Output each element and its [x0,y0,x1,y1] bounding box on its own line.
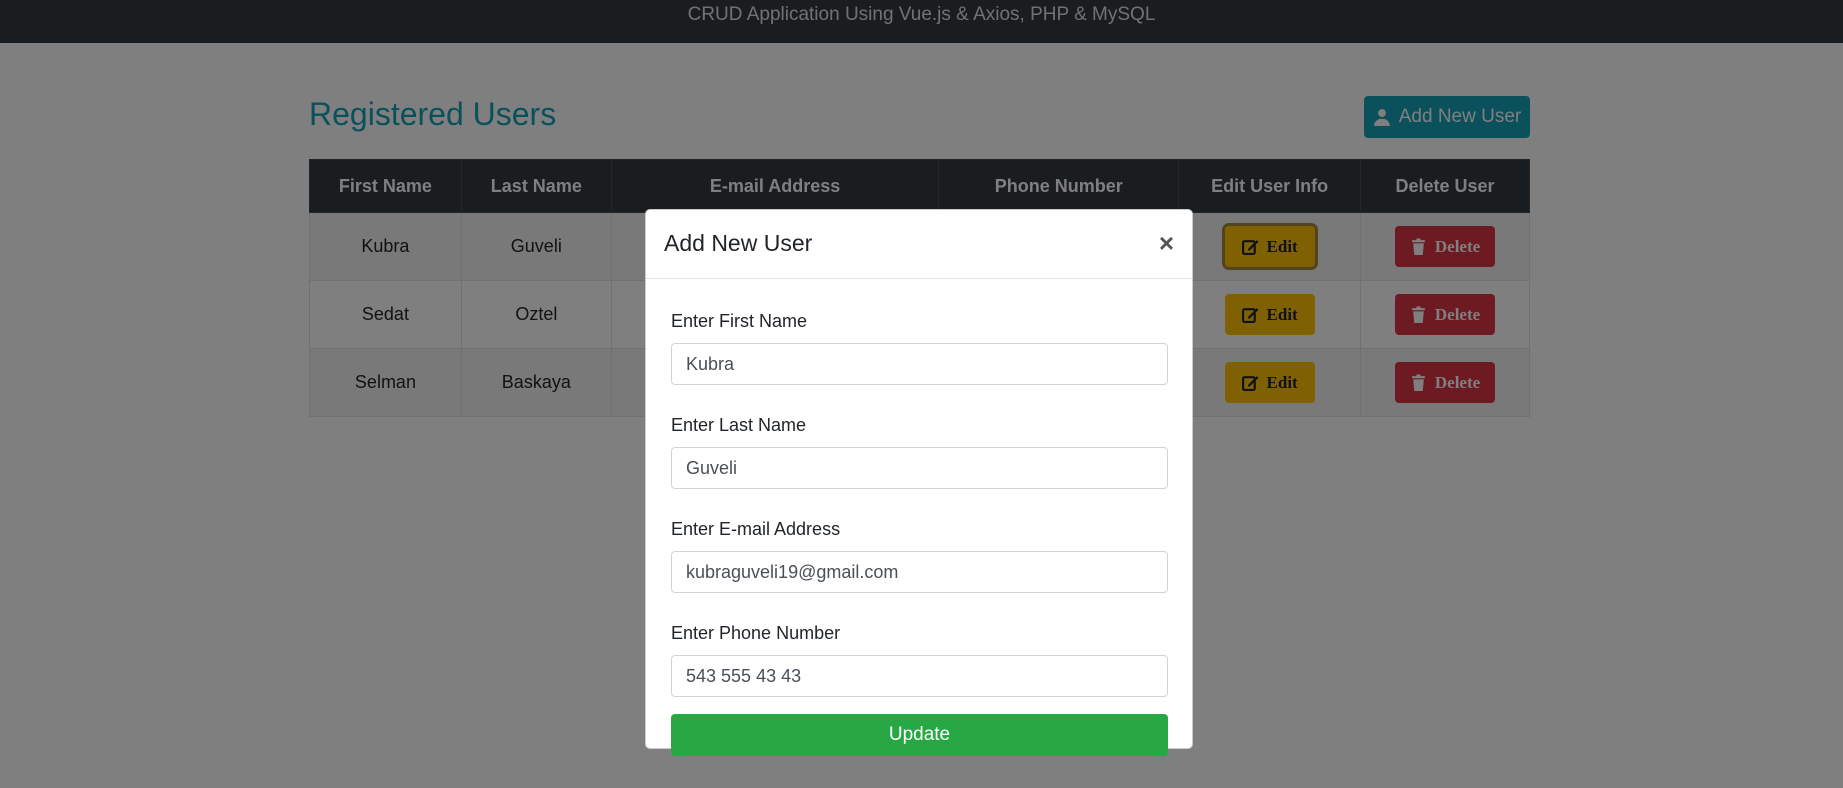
user-modal: Add New User × Enter First Name Enter La… [645,209,1193,756]
modal-title: Add New User [664,230,813,256]
phone-label: Enter Phone Number [671,623,841,643]
email-input[interactable] [671,551,1168,593]
modal-body: Enter First Name Enter Last Name Enter E… [646,311,1192,756]
first-name-input[interactable] [671,343,1168,385]
modal-header: Add New User × [646,210,1192,279]
last-name-input[interactable] [671,447,1168,489]
phone-input[interactable] [671,655,1168,697]
close-icon[interactable]: × [1159,230,1174,256]
update-button[interactable]: Update [671,714,1168,756]
first-name-label: Enter First Name [671,311,808,331]
last-name-label: Enter Last Name [671,415,807,435]
email-label: Enter E-mail Address [671,519,841,539]
